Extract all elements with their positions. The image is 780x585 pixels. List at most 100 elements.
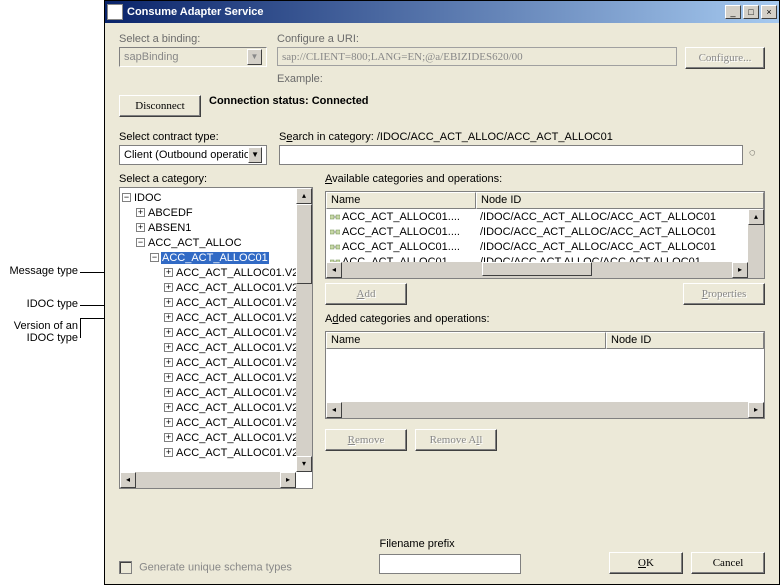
- chevron-down-icon: ▼: [247, 49, 262, 65]
- tree-item[interactable]: +ACC_ACT_ALLOC01.V2: [122, 385, 310, 400]
- available-list[interactable]: Name Node ID ACC_ACT_ALLOC01..../IDOC/AC…: [325, 191, 765, 279]
- annotation-version: Version of an IDOC type: [0, 320, 78, 344]
- add-button[interactable]: Add: [325, 283, 407, 305]
- tree-item[interactable]: +ACC_ACT_ALLOC01.V2: [122, 430, 310, 445]
- ok-button[interactable]: OK: [609, 552, 683, 574]
- tree-toggle-icon[interactable]: +: [164, 328, 173, 337]
- available-label: Available categories and operations:: [325, 173, 765, 185]
- tree-item[interactable]: +ACC_ACT_ALLOC01.V2: [122, 340, 310, 355]
- cell-name: ACC_ACT_ALLOC01....: [326, 224, 476, 239]
- tree-toggle-icon[interactable]: +: [164, 298, 173, 307]
- added-label: Added categories and operations:: [325, 313, 765, 325]
- scroll-thumb[interactable]: [482, 262, 592, 276]
- chevron-down-icon: ▼: [248, 147, 262, 163]
- list-row[interactable]: ACC_ACT_ALLOC01..../IDOC/ACC_ACT_ALLOC/A…: [326, 209, 764, 224]
- tree-toggle-icon[interactable]: −: [122, 193, 131, 202]
- col-nodeid[interactable]: Node ID: [606, 332, 764, 349]
- scrollbar-horizontal[interactable]: ◂ ▸: [326, 402, 764, 418]
- tree-item[interactable]: +ACC_ACT_ALLOC01.V2: [122, 265, 310, 280]
- tree-toggle-icon[interactable]: −: [150, 253, 159, 262]
- tree-toggle-icon[interactable]: +: [164, 283, 173, 292]
- tree-label: IDOC: [133, 192, 163, 204]
- tree-item[interactable]: +ACC_ACT_ALLOC01.V2: [122, 325, 310, 340]
- scroll-right-icon[interactable]: ▸: [748, 402, 764, 418]
- scroll-thumb[interactable]: [296, 204, 312, 284]
- annotation-idoc-type: IDOC type: [0, 298, 78, 310]
- tree-toggle-icon[interactable]: +: [164, 418, 173, 427]
- maximize-button[interactable]: □: [743, 5, 759, 19]
- dialog-window: Consume Adapter Service _ □ × Select a b…: [104, 0, 780, 585]
- scrollbar-horizontal[interactable]: ◂ ▸: [120, 472, 296, 488]
- scroll-left-icon[interactable]: ◂: [326, 402, 342, 418]
- tree-item[interactable]: +ACC_ACT_ALLOC01.V2: [122, 370, 310, 385]
- tree-toggle-icon[interactable]: +: [164, 433, 173, 442]
- remove-button[interactable]: Remove: [325, 429, 407, 451]
- tree-toggle-icon[interactable]: +: [164, 403, 173, 412]
- scroll-left-icon[interactable]: ◂: [120, 472, 136, 488]
- tree-item[interactable]: +ACC_ACT_ALLOC01.V2: [122, 400, 310, 415]
- tree-toggle-icon[interactable]: +: [164, 313, 173, 322]
- col-name[interactable]: Name: [326, 332, 606, 349]
- scroll-right-icon[interactable]: ▸: [732, 262, 748, 278]
- tree-toggle-icon[interactable]: +: [164, 343, 173, 352]
- remove-all-button[interactable]: Remove All: [415, 429, 497, 451]
- tree-toggle-icon[interactable]: −: [136, 238, 145, 247]
- scroll-up-icon[interactable]: ▴: [748, 209, 764, 225]
- binding-dropdown[interactable]: sapBinding ▼: [119, 47, 267, 67]
- scrollbar-horizontal[interactable]: ◂ ▸: [326, 262, 748, 278]
- window-title: Consume Adapter Service: [127, 6, 264, 18]
- tree-toggle-icon[interactable]: +: [136, 223, 145, 232]
- close-button[interactable]: ×: [761, 5, 777, 19]
- tree-toggle-icon[interactable]: +: [164, 448, 173, 457]
- tree-toggle-icon[interactable]: +: [136, 208, 145, 217]
- added-list[interactable]: Name Node ID ◂ ▸: [325, 331, 765, 419]
- contract-value: Client (Outbound operations: [124, 149, 248, 161]
- scrollbar-vertical[interactable]: ▴: [748, 209, 764, 278]
- tree-item[interactable]: +ACC_ACT_ALLOC01.V2: [122, 280, 310, 295]
- spinner-icon: ◌: [749, 147, 765, 163]
- scroll-right-icon[interactable]: ▸: [280, 472, 296, 488]
- tree-toggle-icon[interactable]: +: [164, 358, 173, 367]
- category-tree[interactable]: −IDOC+ABCEDF+ABSEN1−ACC_ACT_ALLOC−ACC_AC…: [119, 187, 313, 489]
- tree-label: ACC_ACT_ALLOC01.V2: [175, 357, 299, 369]
- tree-toggle-icon[interactable]: +: [164, 373, 173, 382]
- tree-item[interactable]: +ACC_ACT_ALLOC01.V2: [122, 310, 310, 325]
- tree-label: ACC_ACT_ALLOC01.V2: [175, 387, 299, 399]
- operation-icon: [330, 212, 340, 222]
- tree-toggle-icon[interactable]: +: [164, 388, 173, 397]
- cell-name: ACC_ACT_ALLOC01....: [326, 209, 476, 224]
- schema-checkbox-group[interactable]: Generate unique schema types: [119, 561, 292, 574]
- disconnect-button[interactable]: Disconnect: [119, 95, 201, 117]
- properties-button[interactable]: Properties: [683, 283, 765, 305]
- schema-label: Generate unique schema types: [139, 561, 292, 573]
- cancel-button[interactable]: Cancel: [691, 552, 765, 574]
- minimize-button[interactable]: _: [725, 5, 741, 19]
- cell-nodeid: /IDOC/ACC_ACT_ALLOC/ACC_ACT_ALLOC01: [476, 224, 764, 239]
- search-input[interactable]: [279, 145, 743, 165]
- contract-label: Select contract type:: [119, 131, 267, 143]
- schema-checkbox[interactable]: [119, 561, 132, 574]
- tree-item[interactable]: −ACC_ACT_ALLOC01: [122, 250, 310, 265]
- tree-item[interactable]: +ACC_ACT_ALLOC01.V2: [122, 415, 310, 430]
- tree-item[interactable]: +ABCEDF: [122, 205, 310, 220]
- list-row[interactable]: ACC_ACT_ALLOC01..../IDOC/ACC_ACT_ALLOC/A…: [326, 224, 764, 239]
- tree-toggle-icon[interactable]: +: [164, 268, 173, 277]
- tree-item[interactable]: +ACC_ACT_ALLOC01.V2: [122, 445, 310, 460]
- scroll-up-icon[interactable]: ▴: [296, 188, 312, 204]
- contract-dropdown[interactable]: Client (Outbound operations ▼: [119, 145, 267, 165]
- filename-input[interactable]: [379, 554, 521, 574]
- tree-item[interactable]: +ACC_ACT_ALLOC01.V2: [122, 355, 310, 370]
- col-nodeid[interactable]: Node ID: [476, 192, 764, 209]
- col-name[interactable]: Name: [326, 192, 476, 209]
- tree-item[interactable]: −IDOC: [122, 190, 310, 205]
- configure-button[interactable]: Configure...: [685, 47, 765, 69]
- scroll-left-icon[interactable]: ◂: [326, 262, 342, 278]
- scroll-down-icon[interactable]: ▾: [296, 456, 312, 472]
- tree-item[interactable]: +ABSEN1: [122, 220, 310, 235]
- tree-item[interactable]: +ACC_ACT_ALLOC01.V2: [122, 295, 310, 310]
- list-row[interactable]: ACC_ACT_ALLOC01..../IDOC/ACC_ACT_ALLOC/A…: [326, 239, 764, 254]
- tree-label: ACC_ACT_ALLOC01.V2: [175, 432, 299, 444]
- tree-label: ACC_ACT_ALLOC01.V2: [175, 267, 299, 279]
- tree-item[interactable]: −ACC_ACT_ALLOC: [122, 235, 310, 250]
- scrollbar-vertical[interactable]: ▴ ▾: [296, 188, 312, 472]
